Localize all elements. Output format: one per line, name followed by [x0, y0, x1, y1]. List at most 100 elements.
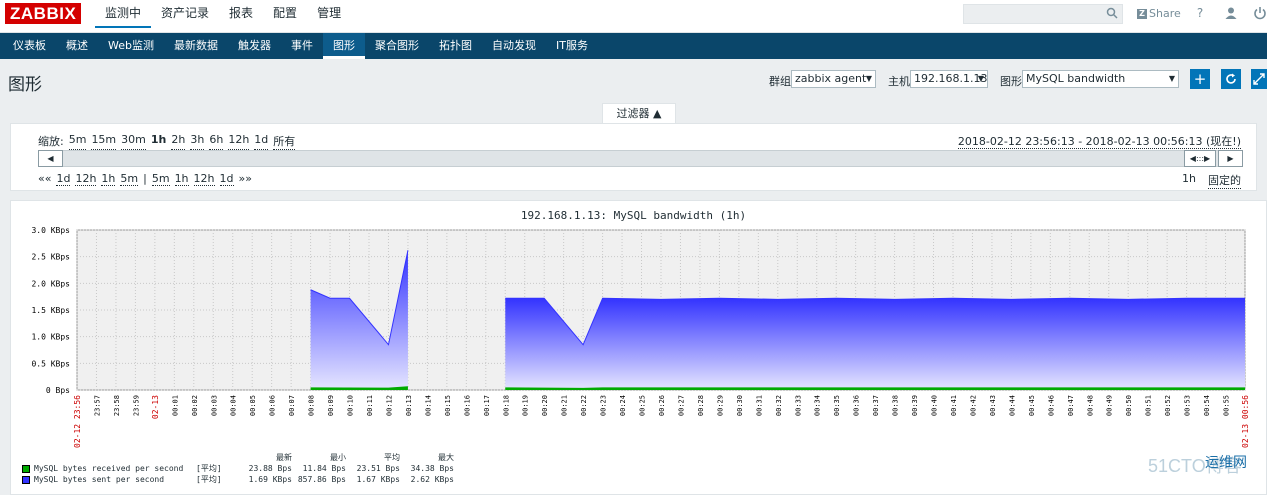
scroll-left-button[interactable]: ◀: [38, 150, 63, 167]
x-tick-label: 23:57: [93, 395, 101, 416]
nav-back-5m[interactable]: 5m: [120, 172, 139, 186]
x-tick-label: 00:11: [366, 395, 374, 416]
scroll-handle[interactable]: ◀:::▶: [1184, 150, 1216, 167]
x-tick-label: 00:23: [600, 395, 608, 416]
legend-row: MySQL bytes received per second [平均] 23.…: [22, 463, 454, 474]
sub-menu: 仪表板 概述 Web监测 最新数据 触发器 事件 图形 聚合图形 拓扑图 自动发…: [0, 33, 1267, 59]
y-tick-label: 1.0 KBps: [31, 333, 70, 342]
x-tick-label: 00:50: [1125, 395, 1133, 416]
period-row: 1h 固定的: [1182, 172, 1241, 189]
refresh-button[interactable]: [1221, 69, 1241, 89]
menu-inventory[interactable]: 资产记录: [151, 0, 219, 33]
main-menu: 监测中 资产记录 报表 配置 管理: [95, 0, 351, 33]
submenu-latest-data[interactable]: 最新数据: [164, 33, 228, 59]
series-area: [505, 298, 1245, 390]
x-tick-label: 00:47: [1067, 395, 1075, 416]
menu-administration[interactable]: 管理: [307, 0, 351, 33]
group-select[interactable]: zabbix agent ▼: [791, 70, 876, 88]
zoom-all[interactable]: 所有: [273, 133, 296, 150]
x-tick-label: 00:20: [541, 395, 549, 416]
legend-header-last: 最新: [276, 453, 292, 462]
power-icon[interactable]: [1253, 6, 1267, 20]
nav-fwd-12h[interactable]: 12h: [193, 172, 215, 186]
scroll-right-button[interactable]: ▶: [1218, 150, 1243, 167]
share-label: Share: [1149, 7, 1181, 20]
timeline-scrollbar[interactable]: ◀ ◀:::▶ ▶: [38, 150, 1243, 167]
time-range[interactable]: 2018-02-12 23:56:13 - 2018-02-13 00:56:1…: [957, 133, 1241, 149]
zoom-1h[interactable]: 1h: [151, 133, 167, 150]
fullscreen-icon: [1253, 73, 1265, 85]
fixed-toggle[interactable]: 固定的: [1208, 172, 1241, 189]
legend-header-avg: 平均: [384, 453, 400, 462]
zoom-3h[interactable]: 3h: [190, 133, 205, 150]
x-tick-label: 00:15: [444, 395, 452, 416]
submenu-it-services[interactable]: IT服务: [546, 33, 598, 59]
fullscreen-button[interactable]: [1251, 69, 1267, 89]
nav-back-far[interactable]: ««: [38, 172, 51, 186]
submenu-triggers[interactable]: 触发器: [228, 33, 281, 59]
graph-select[interactable]: MySQL bandwidth ▼: [1022, 70, 1179, 88]
filter-toggle-tab[interactable]: 过滤器 ▲: [602, 103, 676, 124]
zoom-1d[interactable]: 1d: [254, 133, 269, 150]
nav-back-1d[interactable]: 1d: [56, 172, 71, 186]
zoom-15m[interactable]: 15m: [91, 133, 117, 150]
x-tick-label: 00:35: [833, 395, 841, 416]
x-tick-label: 00:42: [969, 395, 977, 416]
submenu-web[interactable]: Web监测: [98, 33, 164, 59]
x-tick-label: 00:32: [775, 395, 783, 416]
menu-monitoring[interactable]: 监测中: [95, 0, 152, 28]
search-input[interactable]: [963, 4, 1123, 24]
x-tick-label: 00:53: [1184, 395, 1192, 416]
user-icon[interactable]: [1224, 6, 1238, 20]
nav-fwd-5m[interactable]: 5m: [151, 172, 170, 186]
host-select[interactable]: 192.168.1.13 ▼: [910, 70, 988, 88]
legend-name: MySQL bytes sent per second: [34, 475, 165, 484]
x-tick-label: 00:54: [1203, 395, 1211, 416]
series-line: [505, 387, 1245, 389]
x-tick-label: 00:51: [1145, 395, 1153, 416]
x-tick-label: 00:36: [853, 395, 861, 416]
menu-configuration[interactable]: 配置: [263, 0, 307, 33]
submenu-overview[interactable]: 概述: [56, 33, 98, 59]
x-tick-label: 00:46: [1047, 395, 1055, 416]
x-tick-label: 00:18: [502, 395, 510, 416]
help-icon[interactable]: ?: [1193, 6, 1207, 20]
nav-back-12h[interactable]: 12h: [75, 172, 97, 186]
x-tick-label: 23:59: [132, 395, 140, 416]
menu-reports[interactable]: 报表: [219, 0, 263, 33]
nav-fwd-1d[interactable]: 1d: [219, 172, 234, 186]
zoom-5m[interactable]: 5m: [68, 133, 87, 150]
submenu-screens[interactable]: 聚合图形: [365, 33, 429, 59]
legend-max: 34.38 Bps: [410, 464, 454, 473]
legend-avg: 1.67 KBps: [356, 475, 400, 484]
submenu-dashboard[interactable]: 仪表板: [3, 33, 56, 59]
nav-fwd-1h[interactable]: 1h: [174, 172, 189, 186]
x-tick-label: 00:01: [171, 395, 179, 416]
submenu-graphs[interactable]: 图形: [322, 33, 365, 59]
legend-header-max: 最大: [438, 453, 454, 462]
zoom-2h[interactable]: 2h: [171, 133, 186, 150]
search-icon[interactable]: [1106, 7, 1118, 19]
zoom-12h[interactable]: 12h: [228, 133, 250, 150]
zoom-30m[interactable]: 30m: [121, 133, 146, 150]
add-favorite-button[interactable]: +: [1190, 69, 1210, 89]
bandwidth-graph[interactable]: 0 Bps 0.5 KBps 1.0 KBps 1.5 KBps 2.0 KBps 2.5…: [0, 220, 1267, 452]
nav-back-1h[interactable]: 1h: [101, 172, 116, 186]
chevron-down-icon: ▼: [1168, 74, 1175, 83]
x-tick-label: 00:40: [931, 395, 939, 416]
share-link[interactable]: Z Share: [1137, 7, 1181, 20]
nav-fwd-far[interactable]: »»: [239, 172, 252, 186]
x-tick-label: 00:21: [561, 395, 569, 416]
legend-row: MySQL bytes sent per second [平均] 1.69 KB…: [22, 474, 454, 485]
submenu-maps[interactable]: 拓扑图: [429, 33, 482, 59]
x-tick-label: 00:06: [269, 395, 277, 416]
submenu-events[interactable]: 事件: [281, 33, 323, 59]
zabbix-logo[interactable]: ZABBIX: [5, 3, 82, 24]
x-tick-label: 02-13 00:56: [1241, 395, 1250, 448]
x-tick-label: 00:16: [463, 395, 471, 416]
x-tick-label: 00:55: [1223, 395, 1231, 416]
submenu-discovery[interactable]: 自动发现: [482, 33, 546, 59]
zoom-6h[interactable]: 6h: [209, 133, 224, 150]
zoom-label: 缩放:: [38, 135, 64, 148]
y-tick-label: 0 Bps: [46, 386, 70, 395]
